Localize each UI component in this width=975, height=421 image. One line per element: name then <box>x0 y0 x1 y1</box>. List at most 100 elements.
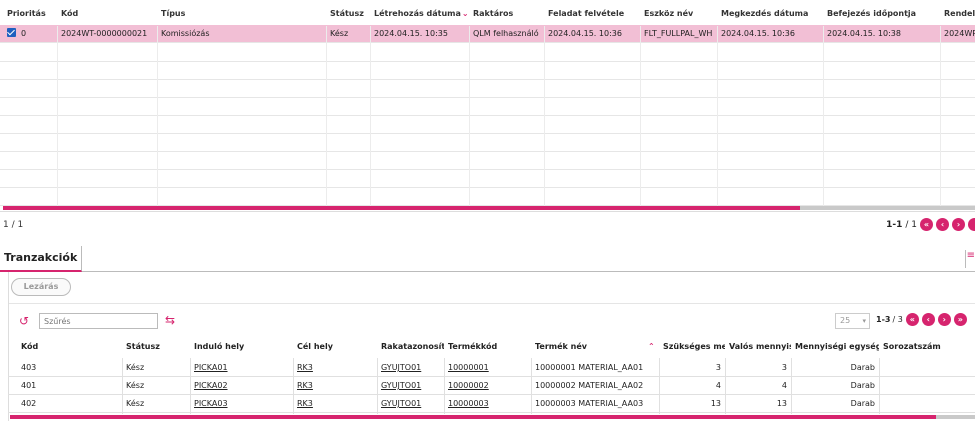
column-divider <box>370 26 371 206</box>
col-required-qty[interactable]: Szükséges men <box>659 338 725 356</box>
pager-controls: 1-1 / 1 « ‹ › <box>886 218 975 231</box>
cell-required-qty: 13 <box>710 399 721 408</box>
empty-row <box>0 116 975 134</box>
last-page-icon[interactable]: » <box>953 313 967 326</box>
table-row[interactable]: 402 Kész PICKA03 RK3 GYUJTO01 10000003 1… <box>8 395 975 413</box>
cell-pallet-id-link[interactable]: GYUJTO01 <box>377 377 444 394</box>
col-product-name[interactable]: Termék név ⌃ <box>531 338 659 356</box>
cell-product-name: 10000001 MATERIAL_AA01 <box>535 363 644 372</box>
sort-up-icon[interactable]: ⌃ <box>648 338 655 356</box>
column-divider <box>377 358 378 414</box>
cell-source-location-link[interactable]: PICKA03 <box>190 395 293 412</box>
grid-toolbar: ↺ ⇆ 25▾ 1-3 / 3 « ‹ › » <box>9 312 975 330</box>
col-target-location[interactable]: Cél hely <box>293 338 377 356</box>
next-page-icon[interactable]: › <box>952 218 965 231</box>
table-row[interactable]: 401 Kész PICKA02 RK3 GYUJTO01 10000002 1… <box>8 377 975 395</box>
table-row[interactable]: 0 2024WT-0000000021 Komissiózás Kész 202… <box>0 25 975 43</box>
cell-product-code-link[interactable]: 10000001 <box>444 359 531 376</box>
prev-page-icon[interactable]: ‹ <box>921 313 935 326</box>
col-serial[interactable]: Sorozatszám <box>879 338 975 356</box>
column-divider <box>659 358 660 414</box>
table-row[interactable]: 403 Kész PICKA01 RK3 GYUJTO01 10000001 1… <box>8 359 975 377</box>
col-end-time[interactable]: Befejezés időpontja <box>823 5 940 23</box>
col-status[interactable]: Státusz <box>122 338 190 356</box>
horizontal-scrollbar[interactable] <box>3 206 975 210</box>
column-divider <box>469 26 470 206</box>
empty-row <box>0 80 975 98</box>
cell-status: Kész <box>126 399 145 408</box>
empty-row <box>0 98 975 116</box>
scrollbar-thumb[interactable] <box>10 415 937 419</box>
column-divider <box>640 26 641 206</box>
prev-page-icon[interactable]: ‹ <box>936 218 949 231</box>
col-product-code[interactable]: Termékkód <box>444 338 531 356</box>
cell-actual-qty: 3 <box>781 363 787 372</box>
column-divider <box>940 26 941 206</box>
close-button[interactable]: Lezárás <box>11 278 71 296</box>
row-device: FLT_FULLPAL_WH <box>644 29 713 38</box>
filter-icon[interactable]: ≡ <box>965 250 975 268</box>
cell-target-location-link[interactable]: RK3 <box>293 359 377 376</box>
task-grid: Prioritás Kód Típus Státusz Létrehozás d… <box>0 0 975 212</box>
col-source-location[interactable]: Induló hely <box>190 338 293 356</box>
col-status[interactable]: Státusz <box>326 5 370 23</box>
col-device[interactable]: Eszköz név <box>640 5 717 23</box>
cell-actual-qty: 4 <box>781 381 787 390</box>
col-code[interactable]: Kód <box>57 5 157 23</box>
row-start-date: 2024.04.15. 10:36 <box>721 29 795 38</box>
column-divider <box>444 358 445 414</box>
column-divider <box>544 26 545 206</box>
cell-product-code-link[interactable]: 10000002 <box>444 377 531 394</box>
row-warehouse-worker: QLM felhasználó <box>473 29 539 38</box>
horizontal-scrollbar[interactable] <box>10 415 975 419</box>
last-page-icon[interactable] <box>968 218 975 231</box>
checkbox-checked-icon[interactable] <box>7 28 16 37</box>
row-code: 2024WT-0000000021 <box>61 29 148 38</box>
col-unit[interactable]: Mennyiségi egység <box>791 338 879 356</box>
tab-bar: Tranzakciók ≡ <box>0 246 975 272</box>
divider <box>9 303 975 304</box>
filter-input[interactable] <box>39 313 158 329</box>
cell-code: 403 <box>21 363 37 372</box>
column-divider <box>725 358 726 414</box>
col-pallet-id[interactable]: Rakatazonosít <box>377 338 444 356</box>
row-created: 2024.04.15. 10:35 <box>374 29 448 38</box>
tab-transactions[interactable]: Tranzakciók <box>0 246 83 272</box>
col-priority[interactable]: Prioritás <box>3 5 57 23</box>
scrollbar-thumb[interactable] <box>3 206 801 210</box>
col-warehouse-worker[interactable]: Raktáros <box>469 5 544 23</box>
cell-pallet-id-link[interactable]: GYUJTO01 <box>377 359 444 376</box>
col-code[interactable]: Kód <box>17 338 122 356</box>
cell-pallet-id-link[interactable]: GYUJTO01 <box>377 395 444 412</box>
cell-source-location-link[interactable]: PICKA02 <box>190 377 293 394</box>
row-priority: 0 <box>3 25 57 42</box>
cell-product-code-link[interactable]: 10000003 <box>444 395 531 412</box>
page-size-select[interactable]: 25 ▾ <box>835 313 870 329</box>
column-divider <box>879 358 880 414</box>
col-created[interactable]: Létrehozás dátuma⌄ <box>370 5 469 23</box>
cell-product-name: 10000002 MATERIAL_AA02 <box>535 381 644 390</box>
swap-icon[interactable]: ⇆ <box>165 312 175 328</box>
cell-source-location-link[interactable]: PICKA01 <box>190 359 293 376</box>
cell-required-qty: 3 <box>715 363 721 372</box>
col-start-date[interactable]: Megkezdés dátuma <box>717 5 823 23</box>
empty-row <box>0 188 975 206</box>
cell-target-location-link[interactable]: RK3 <box>293 377 377 394</box>
next-page-icon[interactable]: › <box>937 313 951 326</box>
pager-controls: 1-3 / 3 « ‹ › » <box>876 313 967 326</box>
col-order[interactable]: Rendel <box>940 5 975 23</box>
column-divider <box>190 358 191 414</box>
col-task-pickup[interactable]: Feladat felvétele <box>544 5 640 23</box>
pager-total: / 3 <box>892 315 903 324</box>
row-end-time: 2024.04.15. 10:38 <box>827 29 901 38</box>
cell-unit: Darab <box>850 399 875 408</box>
cell-target-location-link[interactable]: RK3 <box>293 395 377 412</box>
refresh-icon[interactable]: ↺ <box>19 314 33 328</box>
cell-serial <box>879 395 975 412</box>
col-actual-qty[interactable]: Valós mennyis <box>725 338 791 356</box>
cell-serial <box>879 377 975 394</box>
sort-down-icon[interactable]: ⌄ <box>462 9 469 18</box>
col-type[interactable]: Típus <box>157 5 326 23</box>
first-page-icon[interactable]: « <box>905 313 919 326</box>
first-page-icon[interactable]: « <box>920 218 933 231</box>
